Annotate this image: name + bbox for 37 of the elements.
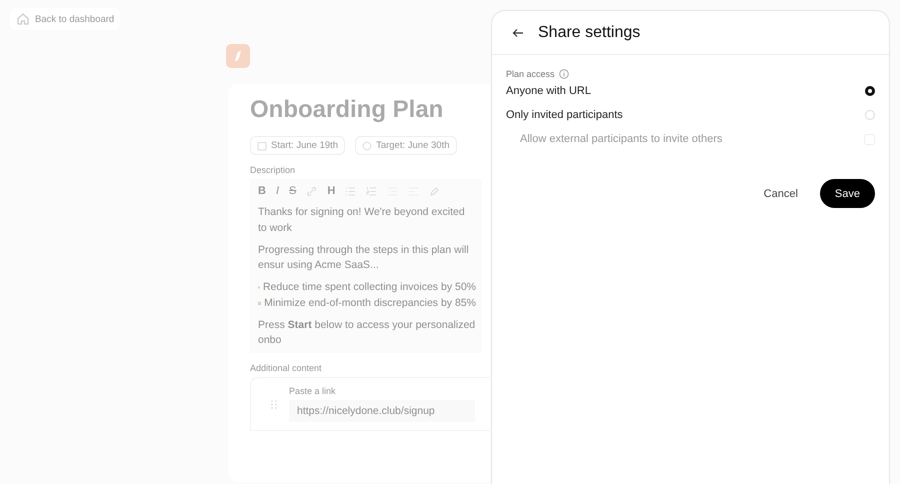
home-icon [16,12,30,26]
option-label: Only invited participants [506,109,623,121]
highlighter-icon[interactable] [429,186,440,196]
option-label: Anyone with URL [506,85,591,97]
cancel-button[interactable]: Cancel [764,179,798,208]
goal-text: Reduce time spent collecting invoices by 50% [262,280,476,295]
panel-title: Share settings [538,24,640,42]
back-arrow-icon[interactable] [512,28,524,38]
date-chip[interactable]: Start: June 19th [250,136,346,155]
description-editor[interactable] [250,179,482,353]
app-logo-icon [226,44,250,68]
link-input[interactable]: https://nicelydone.club/signup [289,400,475,422]
numbered-list-icon[interactable] [366,186,378,196]
description-paragraph: Progressing through the steps in this plan will ensur using Acme SaaS... [258,242,470,274]
plan-access-label: Plan access [506,69,555,79]
link-icon[interactable] [306,186,318,196]
plan-title: Onboarding Plan [250,96,444,124]
option-label: Allow external participants to invite others [520,133,722,145]
format-button[interactable]: I [276,185,280,197]
format-button[interactable]: S [289,185,296,197]
description-paragraph: Thanks for signing on! We're beyond excited to work [258,205,466,236]
format-button[interactable]: H [327,185,336,197]
calendar-icon [257,140,267,150]
description-paragraph: Press Start below to access your personalized onbo [258,318,476,348]
target-icon [362,140,372,150]
additional-content-label: Additional content [250,363,323,373]
date-chip[interactable]: Target: June 30th [355,136,456,155]
back-to-dashboard-link[interactable]: Back to dashboard [10,8,120,30]
goal-text: Minimize end-of-month discrepancies by 85% [264,296,476,311]
bullet-list-icon[interactable] [345,186,356,196]
save-button[interactable]: Save [820,179,875,208]
paste-link-label: Paste a link [289,386,337,396]
format-button[interactable]: B [258,185,266,197]
info-icon[interactable] [558,69,569,79]
drag-handle-icon[interactable] [271,400,277,408]
radio-button[interactable] [865,86,875,96]
description-label: Description [250,165,296,175]
